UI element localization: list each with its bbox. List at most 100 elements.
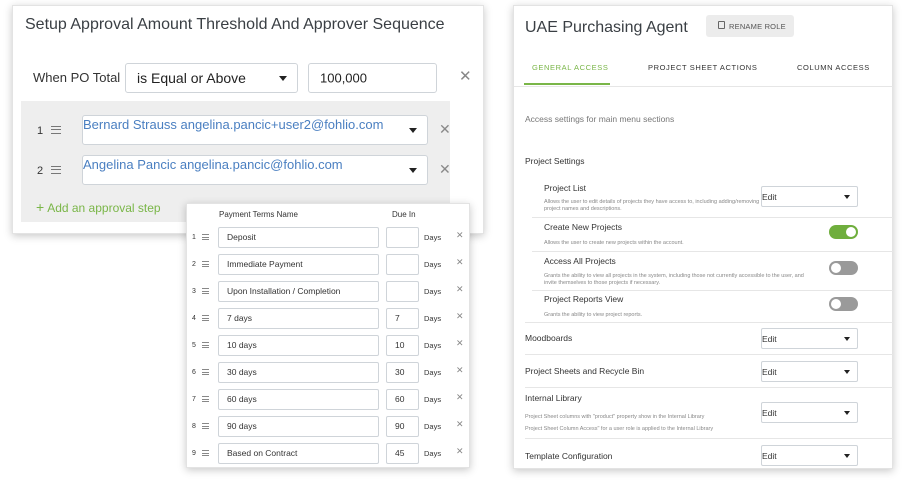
access-settings-intro: Access settings for main menu sections	[525, 114, 675, 124]
tabs-divider	[514, 86, 894, 87]
term-name-input[interactable]: 30 days	[218, 362, 379, 383]
payment-term-row: 6 30 days 30 Days ✕	[187, 362, 471, 384]
rename-role-button[interactable]: RENAME ROLE	[706, 15, 794, 37]
days-label: Days	[424, 449, 442, 458]
select-value: Edit	[762, 334, 777, 344]
payment-term-row: 3 Upon Installation / Completion Days ✕	[187, 281, 471, 303]
term-name-input[interactable]: 7 days	[218, 308, 379, 329]
delete-row-close-icon[interactable]: ✕	[456, 393, 464, 403]
operator-value: is Equal or Above	[137, 70, 246, 86]
term-name-input[interactable]: 60 days	[218, 389, 379, 410]
drag-handle-icon[interactable]	[51, 126, 61, 134]
operator-select[interactable]: is Equal or Above	[125, 63, 298, 93]
divider	[525, 438, 894, 439]
term-name-input[interactable]: Deposit	[218, 227, 379, 248]
term-name-input[interactable]: 10 days	[218, 335, 379, 356]
remove-approver-close-icon[interactable]: ✕	[439, 163, 451, 177]
row-number: 1	[192, 234, 196, 241]
drag-handle-icon[interactable]	[202, 396, 209, 402]
due-in-input[interactable]: 10	[386, 335, 419, 356]
due-in-input[interactable]: 45	[386, 443, 419, 464]
project-reports-view-toggle[interactable]	[829, 297, 858, 311]
approver-select[interactable]: Angelina Pancic angelina.pancic@fohlio.c…	[82, 155, 428, 185]
select-value: Edit	[762, 408, 777, 418]
amount-input[interactable]: 100,000	[308, 63, 437, 93]
create-new-projects-toggle[interactable]	[829, 225, 858, 239]
access-all-projects-toggle[interactable]	[829, 261, 858, 275]
project-reports-view-label: Project Reports View	[544, 294, 624, 304]
remove-threshold-close-icon[interactable]: ✕	[459, 69, 472, 84]
delete-row-close-icon[interactable]: ✕	[456, 339, 464, 349]
due-in-header: Due In	[392, 210, 416, 219]
approver-number: 1	[37, 125, 44, 137]
payment-terms-name-header: Payment Terms Name	[219, 210, 298, 219]
when-po-total-label: When PO Total	[33, 70, 121, 85]
due-in-input[interactable]: 30	[386, 362, 419, 383]
add-approval-step-button[interactable]: + Add an approval step	[36, 199, 161, 215]
delete-row-close-icon[interactable]: ✕	[456, 231, 464, 241]
due-in-input[interactable]	[386, 227, 419, 248]
days-label: Days	[424, 233, 442, 242]
drag-handle-icon[interactable]	[202, 342, 209, 348]
project-list-access-select[interactable]: Edit	[761, 186, 858, 207]
payment-term-row: 5 10 days 10 Days ✕	[187, 335, 471, 357]
delete-row-close-icon[interactable]: ✕	[456, 447, 464, 457]
chevron-down-icon	[409, 128, 417, 133]
due-in-input[interactable]: 7	[386, 308, 419, 329]
role-title: UAE Purchasing Agent	[525, 19, 688, 36]
due-in-input[interactable]: 90	[386, 416, 419, 437]
internal-library-note: Project Sheet columns with "product" pro…	[525, 414, 705, 420]
due-in-input[interactable]: 60	[386, 389, 419, 410]
chevron-down-icon	[844, 369, 850, 374]
template-configuration-access-select[interactable]: Edit	[761, 445, 858, 466]
drag-handle-icon[interactable]	[51, 166, 61, 174]
delete-row-close-icon[interactable]: ✕	[456, 285, 464, 295]
row-number: 3	[192, 288, 196, 295]
term-name-input[interactable]: Upon Installation / Completion	[218, 281, 379, 302]
due-in-input[interactable]	[386, 254, 419, 275]
term-name-input[interactable]: Based on Contract	[218, 443, 379, 464]
payment-term-row: 1 Deposit Days ✕	[187, 227, 471, 249]
delete-row-close-icon[interactable]: ✕	[456, 366, 464, 376]
tab-column-access[interactable]: COLUMN ACCESS	[797, 63, 870, 72]
approval-threshold-card: Setup Approval Amount Threshold And Appr…	[12, 5, 484, 234]
chevron-down-icon	[844, 336, 850, 341]
drag-handle-icon[interactable]	[202, 423, 209, 429]
tab-general-access[interactable]: GENERAL ACCESS	[532, 63, 608, 72]
due-in-input[interactable]	[386, 281, 419, 302]
moodboards-title: Moodboards	[525, 333, 573, 343]
toggle-knob	[831, 299, 841, 309]
days-label: Days	[424, 341, 442, 350]
approver-number: 2	[37, 165, 44, 177]
remove-approver-close-icon[interactable]: ✕	[439, 123, 451, 137]
chevron-down-icon	[844, 453, 850, 458]
drag-handle-icon[interactable]	[202, 315, 209, 321]
internal-library-access-select[interactable]: Edit	[761, 402, 858, 423]
row-number: 7	[192, 396, 196, 403]
delete-row-close-icon[interactable]: ✕	[456, 258, 464, 268]
term-name-input[interactable]: 90 days	[218, 416, 379, 437]
project-sheets-access-select[interactable]: Edit	[761, 361, 858, 382]
select-value: Edit	[762, 367, 777, 377]
row-number: 4	[192, 315, 196, 322]
add-approval-label: Add an approval step	[47, 201, 161, 215]
drag-handle-icon[interactable]	[202, 450, 209, 456]
template-configuration-title: Template Configuration	[525, 451, 613, 461]
divider	[532, 217, 894, 218]
row-number: 2	[192, 261, 196, 268]
tab-project-sheet-actions[interactable]: PROJECT SHEET ACTIONS	[648, 63, 757, 72]
approver-select[interactable]: Bernard Strauss angelina.pancic+user2@fo…	[82, 115, 428, 145]
delete-row-close-icon[interactable]: ✕	[456, 312, 464, 322]
toggle-knob	[846, 227, 856, 237]
delete-row-close-icon[interactable]: ✕	[456, 420, 464, 430]
drag-handle-icon[interactable]	[202, 288, 209, 294]
drag-handle-icon[interactable]	[202, 234, 209, 240]
term-name-input[interactable]: Immediate Payment	[218, 254, 379, 275]
drag-handle-icon[interactable]	[202, 261, 209, 267]
drag-handle-icon[interactable]	[202, 369, 209, 375]
row-number: 8	[192, 423, 196, 430]
payment-term-row: 2 Immediate Payment Days ✕	[187, 254, 471, 276]
moodboards-access-select[interactable]: Edit	[761, 328, 858, 349]
project-sheets-recycle-bin-title: Project Sheets and Recycle Bin	[525, 366, 645, 376]
select-value: Edit	[762, 192, 777, 202]
